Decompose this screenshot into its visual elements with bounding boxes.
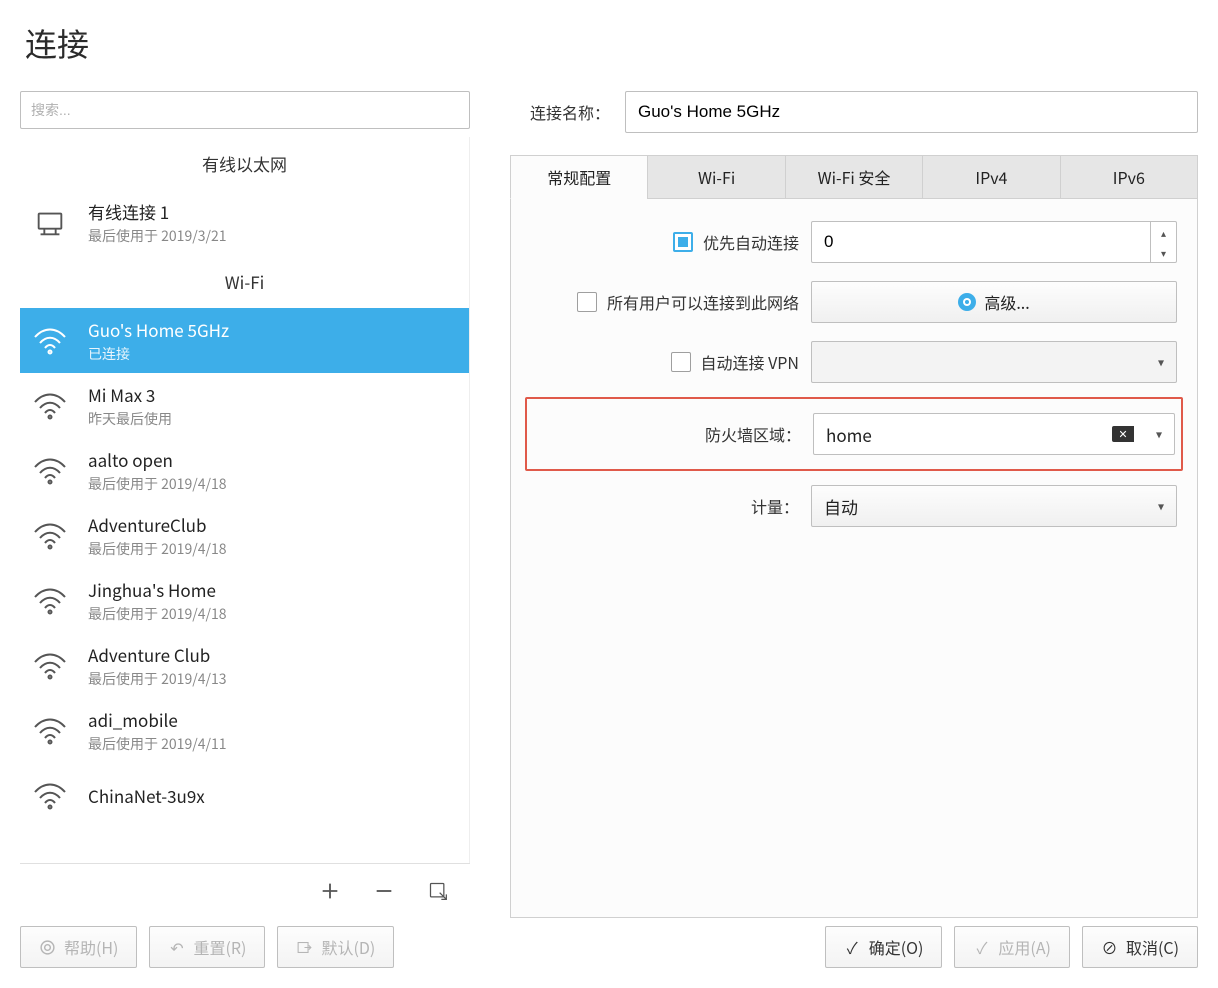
- connection-subtext: 最后使用于 2019/4/13: [88, 669, 227, 689]
- connection-item[interactable]: ChinaNet-3u9x: [20, 763, 469, 827]
- tab-wifi-security[interactable]: Wi-Fi 安全: [785, 155, 923, 199]
- help-button-label: 帮助(H): [64, 935, 118, 959]
- wifi-icon: [30, 776, 70, 816]
- defaults-icon: [296, 939, 313, 956]
- autovpn-label: 自动连接 VPN: [701, 350, 799, 374]
- tab-body-general: 优先自动连接 ▴▾ 所有用户可以连接到此网络: [510, 199, 1198, 918]
- cancel-button-label: 取消(C): [1126, 935, 1179, 959]
- wifi-icon: [30, 516, 70, 556]
- connection-item[interactable]: adi_mobile最后使用于 2019/4/11: [20, 698, 469, 763]
- defaults-button-label: 默认(D): [321, 935, 375, 959]
- spin-up-icon[interactable]: ▴: [1151, 222, 1176, 242]
- wifi-icon: [30, 581, 70, 621]
- check-icon: ✓: [973, 939, 990, 956]
- undo-icon: ↶: [168, 939, 185, 956]
- check-icon: ✓: [844, 939, 861, 956]
- ok-button-label: 确定(O): [869, 935, 924, 959]
- connection-item[interactable]: Jinghua's Home最后使用于 2019/4/18: [20, 568, 469, 633]
- right-pane: 连接名称： 常规配置 Wi-Fi Wi-Fi 安全 IPv4 IPv6 优先自动…: [510, 91, 1198, 918]
- ok-button[interactable]: ✓ 确定(O): [825, 926, 943, 968]
- allusers-checkbox[interactable]: [577, 292, 597, 312]
- group-header-wifi: Wi-Fi: [20, 255, 469, 308]
- tab-ipv4[interactable]: IPv4: [922, 155, 1060, 199]
- tab-wifi[interactable]: Wi-Fi: [647, 155, 785, 199]
- autoconnect-label: 优先自动连接: [703, 230, 799, 254]
- wifi-icon: [30, 386, 70, 426]
- help-icon: [39, 939, 56, 956]
- allusers-label: 所有用户可以连接到此网络: [607, 290, 799, 314]
- priority-input[interactable]: [812, 222, 1150, 262]
- cancel-button[interactable]: ⊘ 取消(C): [1082, 926, 1198, 968]
- connection-subtext: 昨天最后使用: [88, 409, 172, 429]
- tabs: 常规配置 Wi-Fi Wi-Fi 安全 IPv4 IPv6: [510, 155, 1198, 199]
- connection-name: adi_mobile: [88, 707, 227, 732]
- clear-icon[interactable]: ✕: [1112, 426, 1134, 442]
- left-toolbar: [20, 863, 470, 918]
- connection-item[interactable]: Mi Max 3昨天最后使用: [20, 373, 469, 438]
- reset-button[interactable]: ↶ 重置(R): [149, 926, 265, 968]
- connection-subtext: 最后使用于 2019/3/21: [88, 226, 227, 246]
- connection-name: Jinghua's Home: [88, 577, 227, 602]
- connection-name: ChinaNet-3u9x: [88, 783, 205, 808]
- wifi-icon: [30, 451, 70, 491]
- wifi-icon: [30, 321, 70, 361]
- metered-label: 计量：: [751, 494, 799, 518]
- firewall-highlight: 防火墙区域： home ✕ ▾: [525, 397, 1183, 471]
- connection-subtext: 最后使用于 2019/4/18: [88, 539, 227, 559]
- firewall-zone-value: home: [826, 422, 872, 447]
- connection-name: aalto open: [88, 447, 227, 472]
- tab-ipv6[interactable]: IPv6: [1060, 155, 1198, 199]
- connection-name: Mi Max 3: [88, 382, 172, 407]
- export-button[interactable]: [426, 879, 450, 903]
- tab-general[interactable]: 常规配置: [510, 155, 648, 199]
- user-icon: [958, 293, 976, 311]
- metered-combo[interactable]: 自动 ▾: [811, 485, 1177, 527]
- connection-name: AdventureClub: [88, 512, 227, 537]
- ethernet-icon: [30, 203, 70, 243]
- autovpn-checkbox[interactable]: [671, 352, 691, 372]
- connection-name: 有线连接 1: [88, 199, 227, 224]
- defaults-button[interactable]: 默认(D): [277, 926, 394, 968]
- connection-item[interactable]: Guo's Home 5GHz 已连接: [20, 308, 469, 373]
- advanced-button-label: 高级...: [984, 290, 1029, 314]
- connection-name-input[interactable]: [625, 91, 1198, 133]
- spin-down-icon[interactable]: ▾: [1151, 242, 1176, 262]
- firewall-zone-combo[interactable]: home ✕ ▾: [813, 413, 1175, 455]
- page-title: 连接: [20, 20, 1198, 66]
- chevron-down-icon[interactable]: ▾: [1158, 498, 1164, 515]
- search-input[interactable]: [20, 91, 470, 129]
- autoconnect-checkbox[interactable]: [673, 232, 693, 252]
- remove-button[interactable]: [372, 879, 396, 903]
- chevron-down-icon[interactable]: ▾: [1156, 426, 1162, 443]
- connection-name: Guo's Home 5GHz: [88, 317, 229, 342]
- connection-name-label: 连接名称：: [510, 100, 610, 124]
- apply-button[interactable]: ✓ 应用(A): [954, 926, 1070, 968]
- reset-button-label: 重置(R): [193, 935, 246, 959]
- vpn-combo: ▾: [811, 341, 1177, 383]
- connection-subtext: 最后使用于 2019/4/11: [88, 734, 227, 754]
- metered-value: 自动: [824, 494, 858, 519]
- connection-subtext: 已连接: [88, 344, 229, 364]
- left-pane: 有线以太网 有线连接 1 最后使用于 2019/3/21 Wi-Fi: [20, 91, 470, 918]
- footer: 帮助(H) ↶ 重置(R) 默认(D) ✓ 确定(O) ✓ 应用(A): [20, 918, 1198, 988]
- connection-list[interactable]: 有线以太网 有线连接 1 最后使用于 2019/3/21 Wi-Fi: [20, 137, 469, 827]
- connection-item[interactable]: aalto open最后使用于 2019/4/18: [20, 438, 469, 503]
- advanced-button[interactable]: 高级...: [811, 281, 1177, 323]
- connection-subtext: 最后使用于 2019/4/18: [88, 604, 227, 624]
- connection-name: Adventure Club: [88, 642, 227, 667]
- wifi-icon: [30, 711, 70, 751]
- connection-item[interactable]: AdventureClub最后使用于 2019/4/18: [20, 503, 469, 568]
- add-button[interactable]: [318, 879, 342, 903]
- group-header-wired: 有线以太网: [20, 137, 469, 190]
- priority-spinbox[interactable]: ▴▾: [811, 221, 1177, 263]
- chevron-down-icon: ▾: [1158, 354, 1164, 371]
- firewall-zone-label: 防火墙区域：: [705, 422, 801, 446]
- cancel-icon: ⊘: [1101, 939, 1118, 956]
- apply-button-label: 应用(A): [998, 935, 1051, 959]
- wifi-icon: [30, 646, 70, 686]
- connection-item[interactable]: 有线连接 1 最后使用于 2019/3/21: [20, 190, 469, 255]
- help-button[interactable]: 帮助(H): [20, 926, 137, 968]
- connection-item[interactable]: Adventure Club最后使用于 2019/4/13: [20, 633, 469, 698]
- connection-subtext: 最后使用于 2019/4/18: [88, 474, 227, 494]
